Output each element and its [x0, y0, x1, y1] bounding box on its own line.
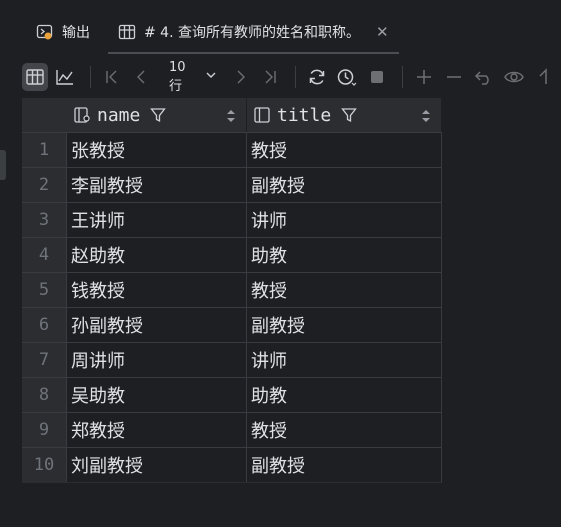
toolbar-separator — [295, 66, 296, 88]
table-row[interactable]: 2 李副教授 副教授 — [22, 167, 442, 202]
page-size-select[interactable]: 10 行 — [163, 60, 223, 94]
column-icon — [253, 106, 271, 124]
column-header-name[interactable]: name — [67, 98, 247, 132]
cell-title[interactable]: 教授 — [247, 133, 442, 167]
cell-title[interactable]: 副教授 — [247, 448, 442, 482]
cell-title[interactable]: 讲师 — [247, 203, 442, 237]
cell-name[interactable]: 王讲师 — [67, 203, 247, 237]
undo-icon — [474, 71, 489, 85]
result-toolbar: 10 行 — [22, 58, 561, 96]
eye-icon — [504, 71, 524, 83]
cell-name[interactable]: 周讲师 — [67, 343, 247, 377]
stop-button[interactable] — [364, 63, 390, 91]
chevron-right-icon — [237, 70, 245, 84]
revert-button[interactable] — [471, 63, 497, 91]
table-row[interactable]: 8 吴助教 助教 — [22, 377, 442, 412]
data-editor-window: 输出 # 4. 查询所有教师的姓名和职称。 ✕ 10 行 name title … — [0, 0, 561, 527]
close-icon[interactable]: ✕ — [376, 23, 389, 41]
gutter-scroll-marker[interactable] — [0, 150, 6, 180]
chart-view-button[interactable] — [52, 63, 78, 91]
chevron-down-icon — [205, 69, 217, 85]
table-row[interactable]: 6 孙副教授 副教授 — [22, 307, 442, 342]
cell-title[interactable]: 副教授 — [247, 168, 442, 202]
cell-name[interactable]: 李副教授 — [67, 168, 247, 202]
row-number[interactable]: 6 — [22, 308, 67, 342]
next-page-button[interactable] — [227, 63, 253, 91]
column-header-title[interactable]: title — [247, 98, 442, 132]
output-icon — [36, 23, 54, 41]
filter-icon[interactable] — [150, 107, 167, 123]
delete-row-button[interactable] — [441, 63, 467, 91]
table-row[interactable]: 7 周讲师 讲师 — [22, 342, 442, 377]
cell-name[interactable]: 郑教授 — [67, 413, 247, 447]
cell-title[interactable]: 助教 — [247, 378, 442, 412]
chart-icon — [56, 70, 74, 85]
submit-button[interactable] — [531, 63, 557, 91]
plus-icon — [416, 70, 431, 84]
cell-name[interactable]: 刘副教授 — [67, 448, 247, 482]
cell-name[interactable]: 吴助教 — [67, 378, 247, 412]
table-row[interactable]: 9 郑教授 教授 — [22, 412, 442, 447]
cell-name[interactable]: 钱教授 — [67, 273, 247, 307]
cell-name[interactable]: 赵助教 — [67, 238, 247, 272]
tab-query-result[interactable]: # 4. 查询所有教师的姓名和职称。 ✕ — [104, 10, 403, 54]
left-gutter — [0, 0, 22, 527]
table-view-button[interactable] — [22, 63, 49, 91]
add-row-button[interactable] — [411, 63, 437, 91]
tab-output-label: 输出 — [62, 25, 90, 41]
row-number[interactable]: 3 — [22, 203, 67, 237]
minus-icon — [446, 76, 461, 78]
clock-icon — [337, 69, 357, 86]
tab-query-result-label: # 4. 查询所有教师的姓名和职称。 — [144, 25, 360, 41]
history-button[interactable] — [334, 63, 360, 91]
first-page-button[interactable] — [99, 63, 125, 91]
tab-output[interactable]: 输出 — [22, 10, 104, 54]
last-page-button[interactable] — [257, 63, 283, 91]
page-size-value: 10 行 — [168, 60, 186, 94]
row-number[interactable]: 10 — [22, 448, 67, 482]
toolbar-separator — [402, 66, 403, 88]
refresh-button[interactable] — [304, 63, 330, 91]
previous-page-button[interactable] — [129, 63, 155, 91]
preview-button[interactable] — [501, 63, 527, 91]
table-row[interactable]: 10 刘副教授 副教授 — [22, 447, 442, 482]
refresh-icon — [309, 69, 325, 85]
arrow-up-icon — [539, 68, 547, 84]
row-number[interactable]: 7 — [22, 343, 67, 377]
row-number[interactable]: 5 — [22, 273, 67, 307]
table-row[interactable]: 4 赵助教 助教 — [22, 237, 442, 272]
chevron-left-icon — [136, 70, 145, 84]
table-row[interactable]: 1 张教授 教授 — [22, 132, 442, 167]
row-number-header[interactable] — [22, 98, 67, 132]
row-number[interactable]: 4 — [22, 238, 67, 272]
table-icon — [118, 23, 136, 41]
toolbar-separator — [90, 66, 91, 88]
table-row[interactable]: 5 钱教授 教授 — [22, 272, 442, 307]
column-key-icon — [73, 106, 91, 124]
cell-name[interactable]: 孙副教授 — [67, 308, 247, 342]
cell-name[interactable]: 张教授 — [67, 133, 247, 167]
row-number[interactable]: 9 — [22, 413, 67, 447]
cell-title[interactable]: 教授 — [247, 273, 442, 307]
column-header-label: name — [97, 104, 141, 126]
filter-icon[interactable] — [341, 107, 358, 123]
sort-icon[interactable] — [226, 108, 236, 127]
first-page-icon — [106, 70, 117, 84]
row-number[interactable]: 2 — [22, 168, 67, 202]
cell-title[interactable]: 副教授 — [247, 308, 442, 342]
table-row[interactable]: 3 王讲师 讲师 — [22, 202, 442, 237]
column-header-label: title — [277, 104, 332, 126]
tab-bar: 输出 # 4. 查询所有教师的姓名和职称。 ✕ — [22, 10, 561, 54]
grid-view-icon — [26, 69, 44, 85]
last-page-icon — [265, 70, 276, 84]
sort-icon[interactable] — [421, 108, 431, 127]
row-number[interactable]: 1 — [22, 133, 67, 167]
cell-title[interactable]: 讲师 — [247, 343, 442, 377]
row-number[interactable]: 8 — [22, 378, 67, 412]
stop-icon — [370, 71, 383, 83]
cell-title[interactable]: 教授 — [247, 413, 442, 447]
cell-title[interactable]: 助教 — [247, 238, 442, 272]
